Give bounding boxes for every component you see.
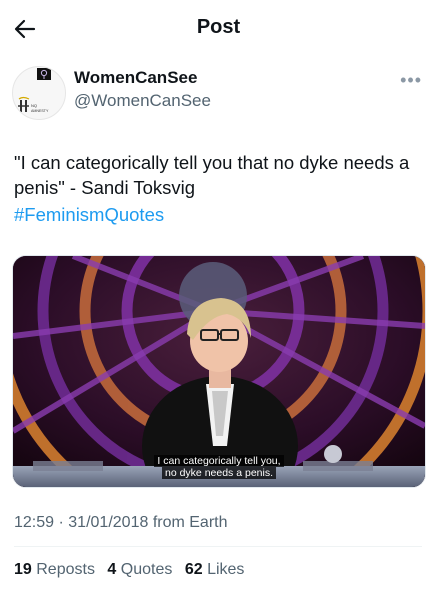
svg-text:NQ: NQ: [31, 103, 37, 108]
post-timestamp[interactable]: 12:59 · 31/01/2018 from Earth: [14, 514, 228, 532]
quotes-stat[interactable]: 4 Quotes: [107, 561, 172, 578]
subtitle-line-2: no dyke needs a penis.: [162, 467, 276, 479]
svg-text:AMNESTY: AMNESTY: [31, 109, 49, 113]
post-time: 12:59: [14, 514, 55, 531]
more-options-icon[interactable]: •••: [400, 70, 422, 91]
divider: [14, 546, 422, 547]
post-body: "I can categorically tell you that no dy…: [14, 150, 426, 227]
engagement-stats: 19 Reposts 4 Quotes 62 Likes: [14, 561, 252, 579]
hashtag-link[interactable]: #FeminismQuotes: [14, 202, 426, 227]
subtitle-line-1: I can categorically tell you,: [154, 455, 284, 467]
post-text: "I can categorically tell you that no dy…: [14, 152, 410, 198]
author-handle[interactable]: @WomenCanSee: [74, 91, 211, 111]
timestamp-separator: ·: [58, 514, 64, 531]
post-video-thumbnail[interactable]: I can categorically tell you, no dyke ne…: [12, 255, 426, 488]
author-name[interactable]: WomenCanSee: [74, 68, 197, 88]
likes-stat[interactable]: 62 Likes: [185, 561, 245, 578]
reposts-stat[interactable]: 19 Reposts: [14, 561, 95, 578]
avatar-logo-icon: NQ AMNESTY: [18, 68, 51, 113]
video-frame-illustration: [13, 256, 425, 487]
post-source: from Earth: [152, 514, 228, 531]
post-date: 31/01/2018: [68, 514, 149, 531]
page-title: Post: [196, 16, 241, 38]
post-author: NQ AMNESTY WomenCanSee @WomenCanSee •••: [12, 64, 426, 128]
header: Post: [0, 0, 437, 56]
avatar[interactable]: NQ AMNESTY: [12, 66, 66, 120]
video-subtitle: I can categorically tell you, no dyke ne…: [13, 455, 425, 479]
